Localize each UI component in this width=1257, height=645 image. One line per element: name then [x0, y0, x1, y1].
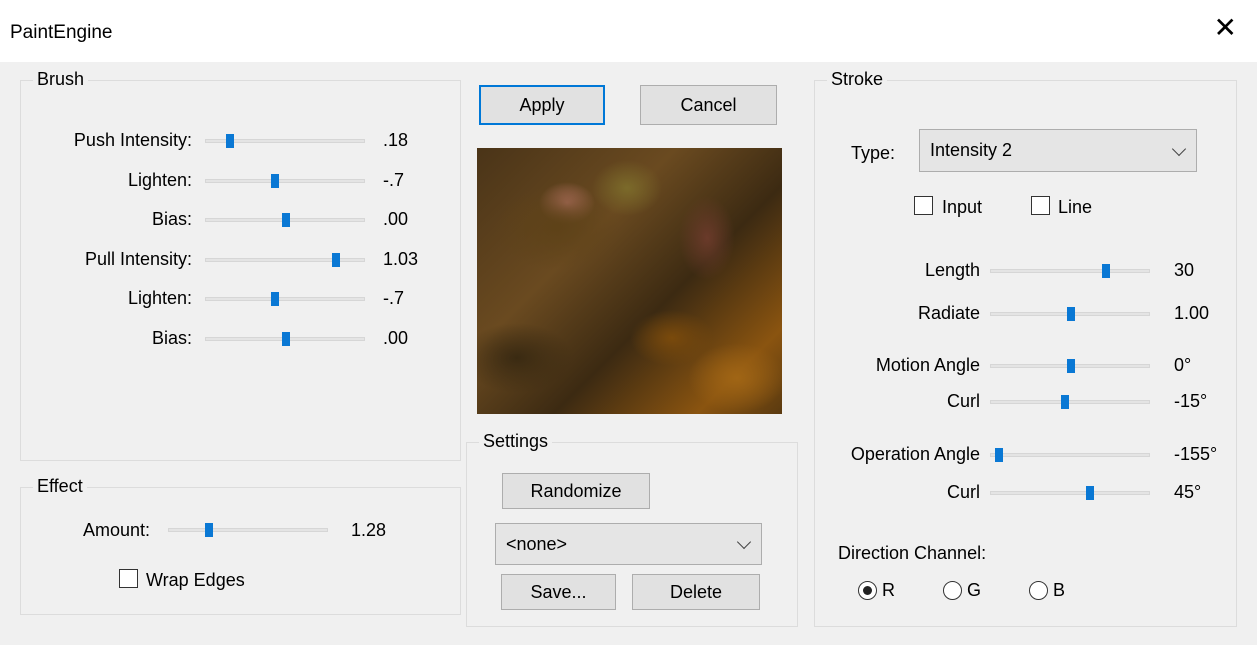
brush-slider-value: -.7	[383, 169, 405, 190]
brush-slider[interactable]	[205, 252, 365, 267]
brush-slider-label: Lighten:	[127, 288, 192, 308]
window-title: PaintEngine	[10, 22, 113, 43]
stroke-slider[interactable]	[990, 486, 1150, 500]
stroke-slider[interactable]	[990, 395, 1150, 409]
stroke-slider[interactable]	[990, 359, 1150, 373]
brush-slider-thumb[interactable]	[282, 331, 290, 346]
effect-group: Effect	[20, 476, 461, 615]
direction-channel-label: Direction Channel:	[838, 543, 987, 563]
stroke-slider-thumb[interactable]	[1102, 264, 1111, 278]
brush-slider-thumb[interactable]	[331, 252, 340, 267]
save-button[interactable]: Save...	[501, 574, 616, 610]
brush-slider-thumb[interactable]	[270, 292, 279, 306]
stroke-type-value: Intensity 2	[930, 140, 1013, 160]
brush-slider-label: Bias:	[151, 327, 192, 348]
stroke-slider[interactable]	[990, 448, 1150, 462]
wrap-edges-checkbox[interactable]	[119, 569, 138, 588]
brush-slider-value: .00	[383, 209, 409, 229]
brush-slider-value: -.7	[383, 288, 405, 308]
preset-select[interactable]: <none>	[495, 523, 762, 565]
stroke-slider-thumb[interactable]	[1067, 307, 1075, 321]
line-label: Line	[1058, 197, 1093, 217]
channel-radio-b[interactable]	[1029, 581, 1048, 600]
radio-selected-dot	[863, 586, 872, 595]
brush-slider-value: 1.03	[383, 248, 419, 269]
channel-radio-label: G	[967, 580, 982, 600]
amount-slider-thumb[interactable]	[205, 523, 213, 537]
title-bar: PaintEngine ✕	[0, 0, 1257, 64]
channel-radio-label: R	[882, 580, 895, 600]
stroke-slider-value: 1.00	[1174, 303, 1210, 323]
line-checkbox[interactable]	[1031, 196, 1050, 215]
stroke-group-label: Stroke	[827, 69, 888, 90]
channel-radio-label: B	[1053, 580, 1066, 600]
stroke-slider[interactable]	[990, 264, 1150, 278]
stroke-slider-value: -155°	[1174, 444, 1218, 464]
stroke-slider-thumb[interactable]	[995, 448, 1003, 462]
preview-image	[477, 148, 782, 414]
preset-select-value: <none>	[506, 534, 568, 554]
stroke-slider-value: -15°	[1174, 391, 1208, 411]
brush-slider[interactable]	[205, 213, 365, 227]
delete-button[interactable]: Delete	[632, 574, 760, 610]
brush-slider-value: .18	[383, 130, 409, 150]
brush-slider-thumb[interactable]	[226, 134, 234, 148]
brush-slider-thumb[interactable]	[270, 173, 279, 188]
stroke-type-select[interactable]: Intensity 2	[919, 129, 1197, 172]
brush-slider[interactable]	[205, 331, 365, 346]
stroke-slider-thumb[interactable]	[1086, 486, 1095, 500]
stroke-slider-value: 0°	[1174, 355, 1192, 375]
effect-group-label: Effect	[33, 476, 87, 497]
brush-slider-thumb[interactable]	[282, 213, 290, 227]
brush-slider[interactable]	[205, 173, 365, 188]
brush-slider-label: Pull Intensity:	[84, 248, 192, 269]
stroke-slider-thumb[interactable]	[1067, 359, 1075, 373]
stroke-slider-label: Operation Angle	[850, 444, 980, 464]
brush-slider-label: Push Intensity:	[73, 130, 192, 150]
amount-value: 1.28	[351, 520, 387, 540]
stroke-slider-value: 30	[1174, 260, 1195, 280]
wrap-edges-label: Wrap Edges	[146, 570, 245, 590]
brush-slider-value: .00	[383, 327, 409, 348]
stroke-slider-label: Radiate	[917, 303, 980, 323]
stroke-slider-label: Curl	[946, 482, 980, 502]
type-label: Type:	[851, 143, 896, 163]
brush-slider[interactable]	[205, 292, 365, 306]
amount-slider[interactable]	[168, 523, 328, 537]
chevron-down-icon	[736, 534, 752, 550]
brush-group-label: Brush	[33, 69, 89, 90]
channel-radio-r[interactable]	[858, 581, 877, 600]
stroke-slider-label: Length	[924, 260, 980, 280]
stroke-slider-thumb[interactable]	[1060, 395, 1069, 409]
stroke-slider-label: Curl	[946, 391, 980, 411]
input-label: Input	[942, 197, 983, 217]
chevron-down-icon	[1171, 141, 1187, 156]
apply-button[interactable]: Apply	[479, 85, 605, 125]
brush-slider[interactable]	[205, 134, 365, 148]
amount-label: Amount:	[82, 520, 150, 540]
settings-group-label: Settings	[479, 431, 553, 452]
stroke-slider-label: Motion Angle	[875, 355, 980, 375]
input-checkbox[interactable]	[914, 196, 933, 215]
close-icon[interactable]: ✕	[1214, 14, 1237, 42]
channel-radio-g[interactable]	[943, 581, 962, 600]
brush-slider-label: Lighten:	[127, 169, 192, 190]
brush-slider-label: Bias:	[151, 209, 192, 229]
randomize-button[interactable]: Randomize	[502, 473, 650, 509]
stroke-slider[interactable]	[990, 307, 1150, 321]
stroke-slider-value: 45°	[1174, 482, 1202, 502]
cancel-button[interactable]: Cancel	[640, 85, 777, 125]
